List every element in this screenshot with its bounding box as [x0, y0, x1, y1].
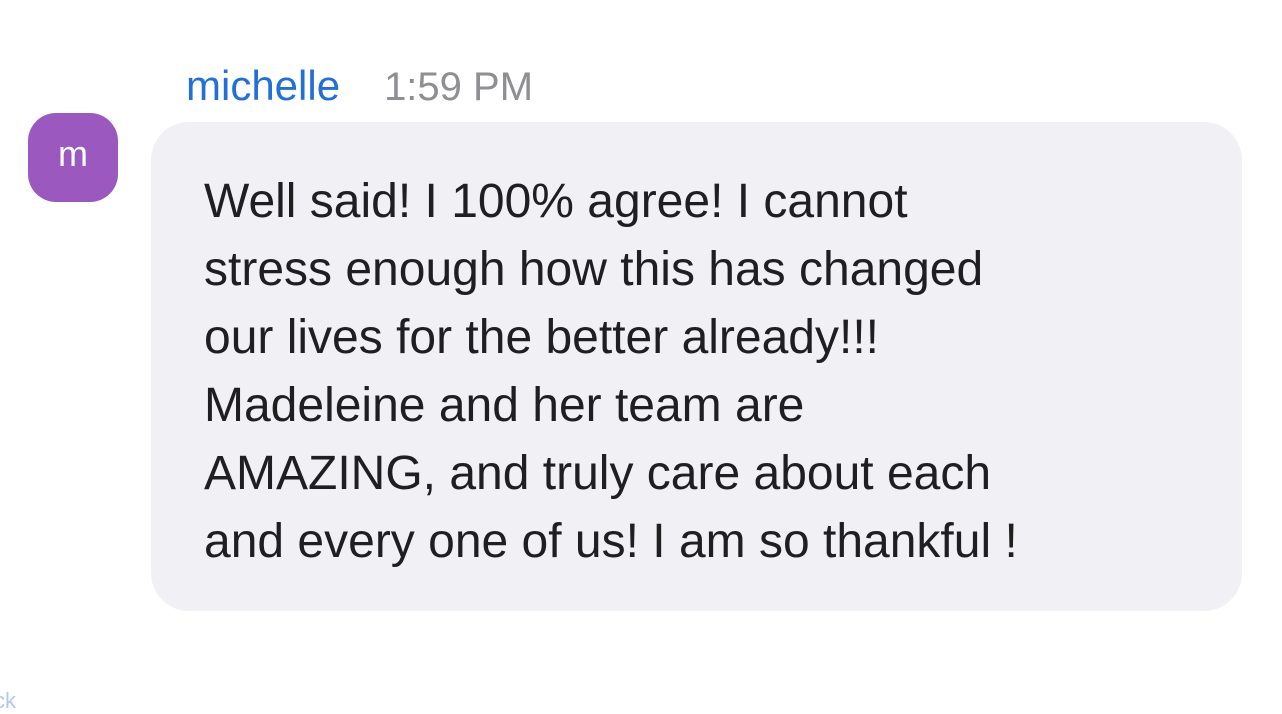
message-header: michelle 1:59 PM: [186, 62, 533, 112]
chat-message: m michelle 1:59 PM Well said! I 100% agr…: [0, 0, 1282, 713]
message-bubble[interactable]: Well said! I 100% agree! I cannot stress…: [151, 122, 1242, 611]
message-time: 1:59 PM: [384, 65, 534, 109]
avatar-initial: m: [58, 132, 88, 174]
sender-name[interactable]: michelle: [186, 62, 340, 110]
avatar[interactable]: m: [28, 113, 118, 202]
message-text: Well said! I 100% agree! I cannot stress…: [204, 175, 1018, 568]
partial-link-text[interactable]: ck: [0, 688, 16, 714]
